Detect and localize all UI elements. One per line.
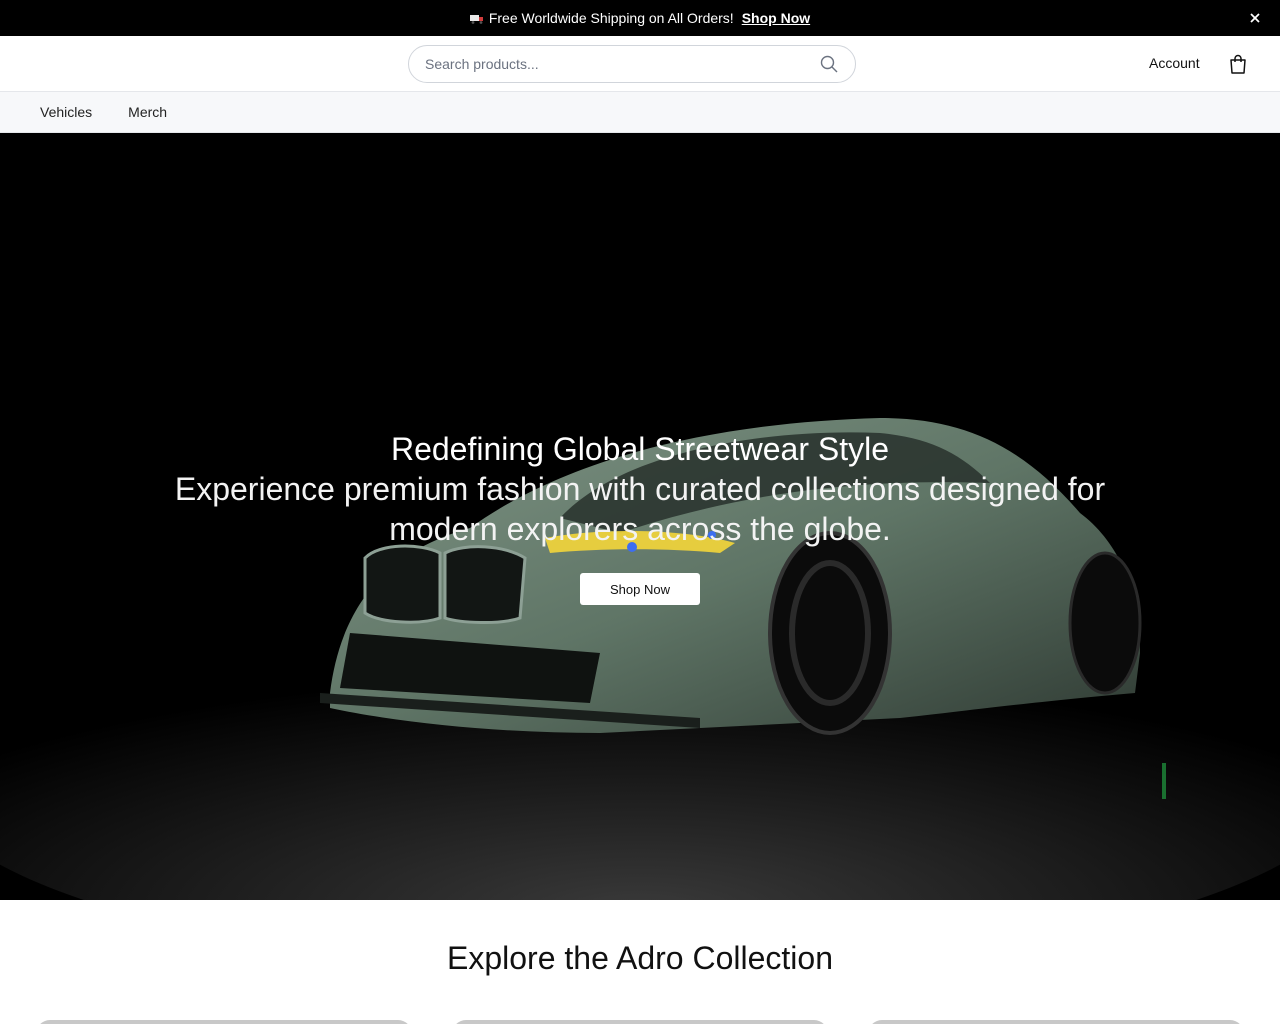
search-input[interactable]	[425, 56, 819, 72]
truck-icon	[469, 15, 483, 24]
nav-item-vehicles[interactable]: Vehicles	[40, 104, 92, 120]
announcement-bar: Free Worldwide Shipping on All Orders! S…	[0, 0, 1280, 36]
main-nav: Vehicles Merch	[0, 92, 1280, 133]
search-icon[interactable]	[819, 54, 839, 74]
shopping-bag-icon[interactable]	[1229, 54, 1247, 74]
collection-card[interactable]	[868, 1020, 1244, 1024]
announcement-message: Free Worldwide Shipping on All Orders!	[488, 10, 734, 26]
collection-card[interactable]	[36, 1020, 412, 1024]
hero-subtitle: Experience premium fashion with curated …	[174, 471, 1106, 547]
collection-title: Explore the Adro Collection	[447, 940, 833, 976]
hero-banner: Redefining Global Streetwear Style Exper…	[0, 133, 1280, 900]
account-link[interactable]: Account	[1149, 55, 1200, 71]
site-header: Account	[0, 36, 1280, 92]
announcement-shop-now-link[interactable]: Shop Now	[742, 10, 810, 26]
close-icon[interactable]	[1246, 9, 1264, 27]
collection-card[interactable]	[452, 1020, 828, 1024]
nav-item-merch[interactable]: Merch	[128, 104, 167, 120]
hero-shop-now-button[interactable]: Shop Now	[580, 573, 700, 605]
hero-title: Redefining Global Streetwear Style	[390, 431, 890, 467]
search-bar[interactable]	[408, 45, 856, 83]
